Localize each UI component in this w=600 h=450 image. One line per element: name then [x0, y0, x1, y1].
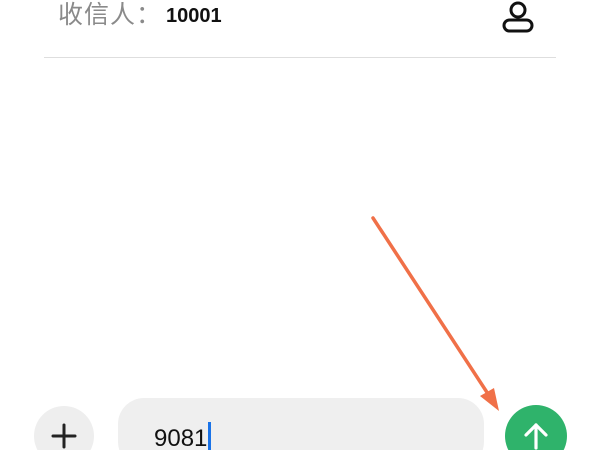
recipient-row[interactable]: 收信人： 10001 [0, 0, 600, 58]
arrow-up-icon [524, 423, 548, 450]
text-caret [208, 422, 211, 450]
recipient-label: 收信人： [58, 0, 163, 29]
person-icon [502, 1, 534, 33]
contact-picker-button[interactable] [498, 0, 538, 34]
sms-compose-screen: 收信人： 10001 9081 [0, 0, 600, 450]
add-attachment-button[interactable] [34, 406, 94, 450]
recipient-divider [44, 57, 556, 58]
send-button[interactable] [505, 405, 567, 450]
message-input-text: 9081 [154, 425, 208, 450]
annotation-arrow [371, 216, 499, 411]
message-input[interactable]: 9081 [118, 398, 484, 450]
plus-icon [51, 423, 77, 449]
recipient-number[interactable]: 10001 [166, 0, 222, 33]
